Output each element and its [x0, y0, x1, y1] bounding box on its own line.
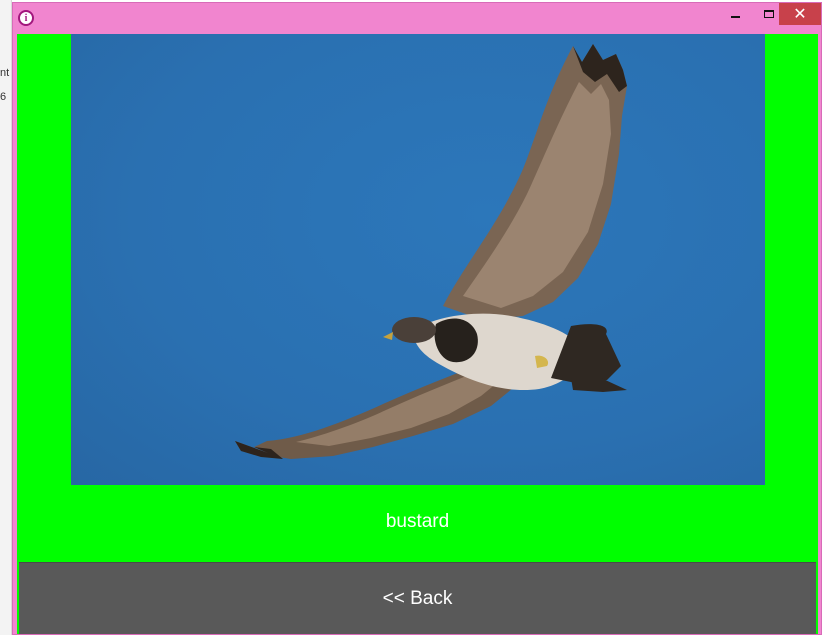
bird-name-label: bustard	[385, 511, 450, 532]
maximize-icon	[764, 10, 774, 18]
close-button[interactable]: ✕	[779, 3, 821, 25]
back-button-label: << Back	[382, 587, 453, 609]
minimize-icon	[730, 16, 740, 18]
back-button[interactable]: << Back	[19, 562, 816, 634]
background-text-fragment: 6	[0, 91, 7, 103]
background-window-edge: nt 6	[0, 0, 12, 635]
close-icon: ✕	[793, 6, 807, 23]
minimize-button[interactable]	[718, 3, 752, 25]
title-bar[interactable]: i ✕	[13, 3, 821, 33]
bird-photo	[71, 34, 765, 485]
client-area: bustard << Back	[17, 34, 818, 634]
background-text-fragment: nt	[0, 67, 10, 79]
app-window: i ✕ bustard << Back	[12, 2, 822, 635]
info-icon[interactable]: i	[18, 10, 34, 26]
